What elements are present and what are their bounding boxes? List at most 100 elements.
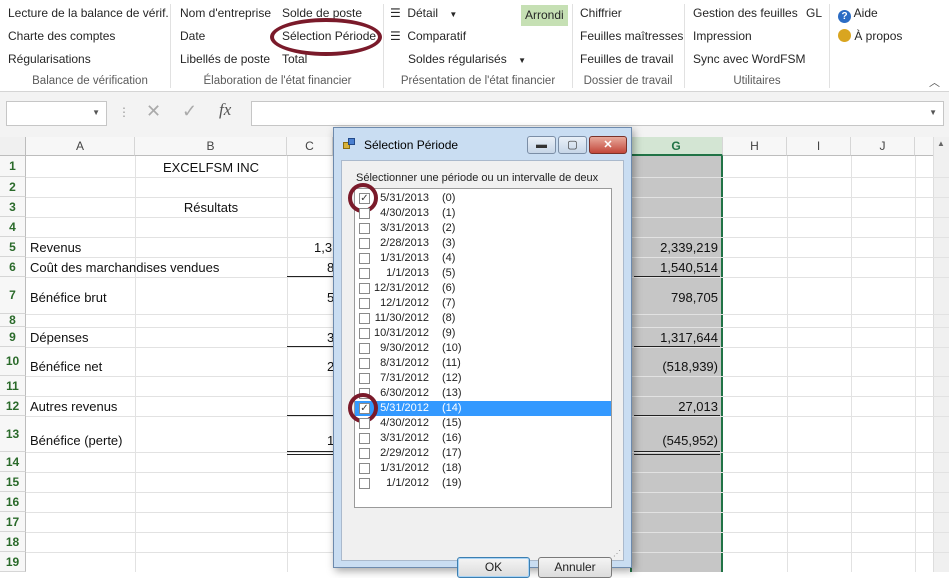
row-header[interactable]: 18 bbox=[0, 532, 26, 552]
row-header[interactable]: 19 bbox=[0, 552, 26, 572]
gl-button[interactable]: GL bbox=[806, 6, 822, 21]
period-listbox[interactable]: ✓ 5/31/2013 (0) 4/30/2013 (1) 3/31/2013 (2) 2/2… bbox=[348, 183, 612, 508]
period-list-item[interactable]: ✓ 5/31/2012 (14) bbox=[355, 401, 611, 416]
chart-of-accounts-button[interactable]: Charte des comptes bbox=[8, 29, 115, 44]
row-header[interactable]: 10 bbox=[0, 347, 26, 376]
period-list-item[interactable]: 4/30/2013 (1) bbox=[355, 206, 611, 221]
column-header-c[interactable]: C bbox=[287, 137, 333, 156]
period-list-item[interactable]: 1/1/2013 (5) bbox=[355, 266, 611, 281]
column-header-h[interactable]: H bbox=[723, 137, 787, 156]
print-button[interactable]: Impression bbox=[693, 29, 752, 44]
row-header[interactable]: 16 bbox=[0, 492, 26, 512]
maximize-button[interactable]: ▢ bbox=[558, 136, 587, 154]
column-header-b[interactable]: B bbox=[135, 137, 287, 156]
help-button[interactable]: ? Aide bbox=[838, 6, 878, 23]
collapse-ribbon-icon[interactable]: ︿ bbox=[929, 74, 940, 90]
row-header[interactable]: 9 bbox=[0, 327, 26, 347]
worksheet-button[interactable]: Chiffrier bbox=[580, 6, 622, 21]
period-checkbox[interactable] bbox=[359, 313, 370, 324]
formula-input[interactable]: ▼ bbox=[251, 101, 944, 126]
scroll-up-icon[interactable]: ▲ bbox=[937, 139, 945, 148]
period-checkbox[interactable] bbox=[359, 238, 370, 249]
period-list-item[interactable]: 3/31/2012 (16) bbox=[355, 431, 611, 446]
vertical-scrollbar[interactable]: ▲ bbox=[933, 137, 949, 572]
period-list-item[interactable]: 12/31/2012 (6) bbox=[355, 281, 611, 296]
period-list-item[interactable]: 10/31/2012 (9) bbox=[355, 326, 611, 341]
row-header[interactable]: 7 bbox=[0, 277, 26, 314]
period-checkbox[interactable] bbox=[359, 463, 370, 474]
row-header[interactable]: 12 bbox=[0, 396, 26, 416]
date-button[interactable]: Date bbox=[180, 29, 205, 44]
period-checkbox[interactable] bbox=[359, 283, 370, 294]
row-header[interactable]: 17 bbox=[0, 512, 26, 532]
period-list-item[interactable]: 1/1/2012 (19) bbox=[355, 476, 611, 491]
row-header[interactable]: 8 bbox=[0, 314, 26, 327]
adjusted-balances-dropdown[interactable]: Soldes régularisés ▼ bbox=[408, 52, 526, 68]
cancel-entry-icon[interactable]: ✕ bbox=[146, 101, 161, 122]
period-list-item[interactable]: ✓ 5/31/2013 (0) bbox=[355, 191, 611, 206]
period-checkbox[interactable] bbox=[359, 373, 370, 384]
insert-function-icon[interactable]: fx bbox=[219, 100, 231, 120]
column-header-i[interactable]: I bbox=[787, 137, 851, 156]
row-header[interactable]: 6 bbox=[0, 257, 26, 277]
row-header[interactable]: 14 bbox=[0, 452, 26, 472]
company-name-button[interactable]: Nom d'entreprise bbox=[180, 6, 271, 21]
period-checkbox[interactable] bbox=[359, 358, 370, 369]
period-checkbox[interactable] bbox=[359, 268, 370, 279]
period-list-item[interactable]: 8/31/2012 (11) bbox=[355, 356, 611, 371]
period-list-item[interactable]: 2/29/2012 (17) bbox=[355, 446, 611, 461]
row-header[interactable]: 5 bbox=[0, 237, 26, 257]
adjustments-button[interactable]: Régularisations bbox=[8, 52, 91, 67]
row-header[interactable]: 2 bbox=[0, 177, 26, 197]
detail-dropdown[interactable]: ☰ Détail ▼ bbox=[390, 6, 457, 22]
period-list-item[interactable]: 1/31/2012 (18) bbox=[355, 461, 611, 476]
cancel-button[interactable]: Annuler bbox=[538, 557, 612, 578]
chevron-down-icon[interactable]: ▼ bbox=[92, 108, 100, 117]
chevron-down-icon[interactable]: ▼ bbox=[929, 108, 937, 117]
period-checkbox[interactable] bbox=[359, 328, 370, 339]
row-header[interactable]: 15 bbox=[0, 472, 26, 492]
working-papers-button[interactable]: Feuilles de travail bbox=[580, 52, 673, 67]
period-checkbox[interactable] bbox=[359, 208, 370, 219]
resize-grip-icon[interactable]: ⋰ bbox=[613, 549, 621, 558]
period-list-item[interactable]: 7/31/2012 (12) bbox=[355, 371, 611, 386]
period-checkbox[interactable] bbox=[359, 433, 370, 444]
name-box[interactable]: ▼ bbox=[6, 101, 107, 126]
period-checkbox[interactable] bbox=[359, 418, 370, 429]
row-header[interactable]: 1 bbox=[0, 156, 26, 177]
period-checkbox[interactable] bbox=[359, 448, 370, 459]
sheet-management-button[interactable]: Gestion des feuilles bbox=[693, 6, 798, 21]
select-all-corner[interactable] bbox=[0, 137, 26, 156]
period-list-item[interactable]: 6/30/2012 (13) bbox=[355, 386, 611, 401]
period-checkbox[interactable] bbox=[359, 253, 370, 264]
enter-entry-icon[interactable]: ✓ bbox=[182, 101, 197, 122]
column-header-j[interactable]: J bbox=[851, 137, 915, 156]
ok-button[interactable]: OK bbox=[457, 557, 530, 578]
period-list-item[interactable]: 3/31/2013 (2) bbox=[355, 221, 611, 236]
period-list-item[interactable]: 11/30/2012 (8) bbox=[355, 311, 611, 326]
period-checkbox[interactable] bbox=[359, 223, 370, 234]
row-header[interactable]: 3 bbox=[0, 197, 26, 217]
close-button[interactable]: ✕ bbox=[589, 136, 627, 154]
about-button[interactable]: À propos bbox=[838, 29, 902, 44]
row-header[interactable]: 11 bbox=[0, 376, 26, 396]
period-checkbox[interactable] bbox=[359, 343, 370, 354]
trial-balance-read-button[interactable]: Lecture de la balance de vérif. bbox=[8, 6, 169, 21]
master-sheets-button[interactable]: Feuilles maîtresses bbox=[580, 29, 683, 44]
period-list-item[interactable]: 12/1/2012 (7) bbox=[355, 296, 611, 311]
rounding-toggle[interactable]: Arrondi bbox=[521, 5, 568, 26]
comparative-button[interactable]: ☰ Comparatif bbox=[390, 29, 466, 44]
period-list-item[interactable]: 2/28/2013 (3) bbox=[355, 236, 611, 251]
period-checkbox[interactable] bbox=[359, 298, 370, 309]
period-list-item[interactable]: 9/30/2012 (10) bbox=[355, 341, 611, 356]
item-labels-button[interactable]: Libellés de poste bbox=[180, 52, 270, 67]
minimize-button[interactable]: ▬ bbox=[527, 136, 556, 154]
sync-wordfsm-button[interactable]: Sync avec WordFSM bbox=[693, 52, 805, 67]
row-header[interactable]: 4 bbox=[0, 217, 26, 237]
period-checkbox[interactable] bbox=[359, 478, 370, 489]
column-header-g[interactable]: G bbox=[630, 137, 723, 156]
row-header[interactable]: 13 bbox=[0, 416, 26, 452]
column-header-a[interactable]: A bbox=[26, 137, 135, 156]
period-list-item[interactable]: 4/30/2012 (15) bbox=[355, 416, 611, 431]
period-list-item[interactable]: 1/31/2013 (4) bbox=[355, 251, 611, 266]
